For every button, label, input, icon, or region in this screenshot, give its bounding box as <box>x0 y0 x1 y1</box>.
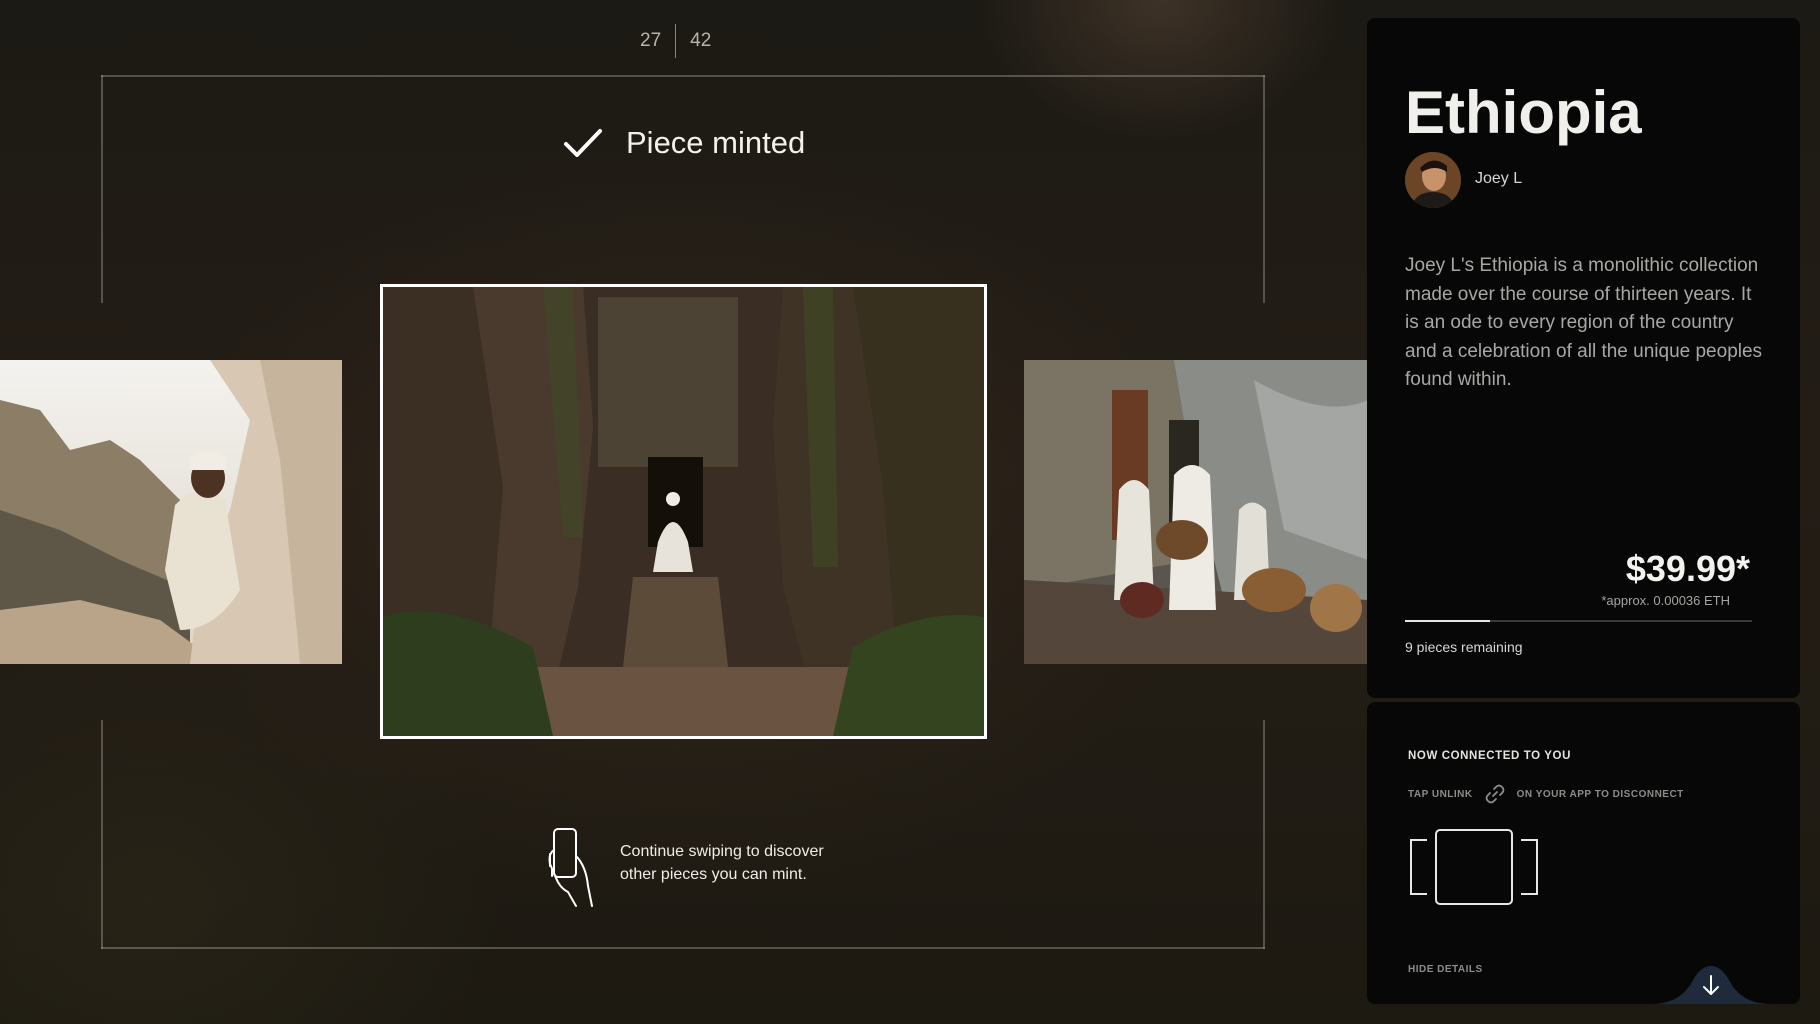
collection-description: Joey L's Ethiopia is a monolithic collec… <box>1405 255 1763 390</box>
phone-swipe-icon <box>548 828 593 907</box>
gallery-right-photo[interactable] <box>1024 360 1368 664</box>
price-approx-eth: *approx. 0.00036 ETH <box>1601 593 1730 608</box>
collection-title: Ethiopia <box>1405 79 1642 146</box>
devices-carousel-icon <box>1410 829 1538 905</box>
link-icon <box>1485 784 1505 804</box>
unlink-instructions: TAP UNLINK ON YOUR APP TO DISCONNECT <box>1408 782 1684 806</box>
connected-heading: NOW CONNECTED TO YOU <box>1408 750 1571 762</box>
counter-total: 42 <box>690 30 712 51</box>
swipe-hint-line2: other pieces you can mint. <box>620 866 807 883</box>
gallery-left-photo[interactable] <box>0 360 342 664</box>
frame-left-top-line <box>101 75 103 303</box>
swipe-hint: Continue swiping to discover other piece… <box>546 826 824 908</box>
page-counter: 27 42 <box>640 24 711 58</box>
minted-label: Piece minted <box>626 125 806 160</box>
price: $39.99* <box>1625 548 1750 589</box>
avatar[interactable] <box>1405 152 1461 208</box>
checkmark-icon <box>564 129 602 157</box>
frame-top-line <box>101 75 1265 77</box>
pieces-remaining: 9 pieces remaining <box>1405 639 1523 655</box>
hide-details-button[interactable]: HIDE DETAILS <box>1408 964 1483 975</box>
unlink-tap-text: TAP UNLINK <box>1408 788 1473 800</box>
frame-right-bottom-line <box>1263 720 1265 949</box>
artist-name[interactable]: Joey L <box>1475 170 1522 188</box>
connection-panel: NOW CONNECTED TO YOU TAP UNLINK ON YOUR … <box>1367 702 1800 1004</box>
pieces-progress-fill <box>1405 620 1490 622</box>
counter-divider <box>675 24 677 58</box>
pieces-progress-bar <box>1405 620 1752 622</box>
hide-details-tab[interactable] <box>1651 966 1771 1004</box>
unlink-suffix-text: ON YOUR APP TO DISCONNECT <box>1516 788 1684 800</box>
frame-left-bottom-line <box>101 720 103 949</box>
swipe-hint-line1: Continue swiping to discover <box>620 843 824 860</box>
frame-right-top-line <box>1263 75 1265 303</box>
counter-current: 27 <box>640 30 662 51</box>
frame-bottom-line <box>101 947 1265 949</box>
minted-status: Piece minted <box>562 122 805 164</box>
gallery-center-photo[interactable] <box>380 284 987 739</box>
details-panel: Ethiopia Joey L Joey L's Ethiopia is a m… <box>1367 18 1800 698</box>
swipe-hint-text: Continue swiping to discover other piece… <box>620 840 824 886</box>
